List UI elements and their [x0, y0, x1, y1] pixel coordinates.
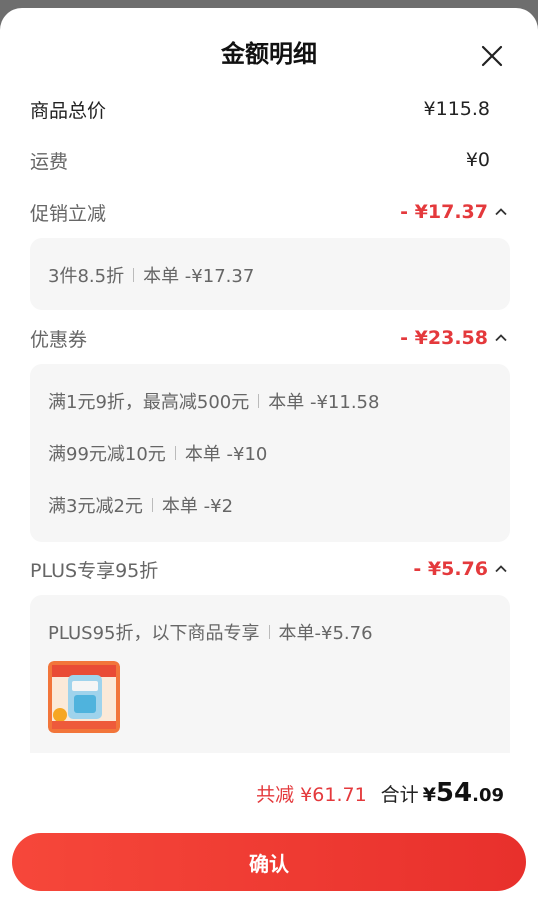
plus-detail-card: PLUS95折，以下商品专享 本单-¥5.76 — [30, 595, 510, 765]
close-icon — [481, 45, 503, 67]
coupon-detail-amount: 本单 -¥11.58 — [268, 392, 380, 413]
coupon-detail-card: 满1元9折，最高减500元 本单 -¥11.58 满99元减10元 本单 -¥1… — [30, 364, 510, 542]
shipping-amount: ¥0 — [465, 149, 490, 171]
promo-detail-text: 3件8.5折 — [48, 266, 125, 287]
chevron-up-icon — [495, 208, 507, 216]
shipping-row: 运费 ¥0 — [30, 145, 508, 175]
divider — [174, 446, 176, 460]
coupon-label: 优惠券 — [30, 328, 88, 351]
goods-total-row: 商品总价 ¥115.8 — [30, 94, 508, 124]
coupon-detail-text: 满3元减2元 — [48, 496, 143, 517]
coupon-detail-line: 满3元减2元 本单 -¥2 — [48, 492, 233, 518]
goods-total-label: 商品总价 — [30, 99, 107, 122]
totals-summary: 共减 ¥61.71 合计 ¥ 54 .09 — [256, 778, 504, 808]
confirm-button[interactable]: 确认 — [12, 833, 526, 891]
coupon-amount: - ¥23.58 — [400, 327, 488, 349]
plus-detail-amount: 本单-¥5.76 — [278, 623, 373, 644]
total-decimal: .09 — [472, 785, 504, 806]
product-image — [48, 661, 120, 733]
sheet-header: 金额明细 — [0, 8, 538, 90]
promo-amount: - ¥17.37 — [400, 201, 488, 223]
total-label: 合计 — [380, 784, 419, 806]
coupon-detail-amount: 本单 -¥10 — [184, 444, 268, 465]
total-saved: 共减 ¥61.71 — [256, 784, 367, 806]
divider — [151, 498, 153, 512]
chevron-up-icon — [495, 334, 507, 342]
plus-label: PLUS专享95折 — [30, 559, 159, 582]
chevron-up-icon — [495, 565, 507, 573]
total-integer: 54 — [435, 778, 473, 808]
total-currency: ¥ — [422, 784, 436, 806]
plus-detail-line: PLUS95折，以下商品专享 本单-¥5.76 — [48, 619, 373, 645]
plus-row[interactable]: PLUS专享95折 - ¥5.76 — [30, 554, 508, 584]
coupon-detail-text: 满99元减10元 — [48, 444, 166, 465]
product-thumbnail[interactable] — [48, 661, 120, 733]
sheet-title: 金额明细 — [221, 40, 317, 68]
plus-amount: - ¥5.76 — [413, 558, 488, 580]
coupon-detail-amount: 本单 -¥2 — [161, 496, 234, 517]
promo-label: 促销立减 — [30, 202, 107, 225]
divider — [133, 268, 135, 282]
promo-detail-card: 3件8.5折 本单 -¥17.37 — [30, 238, 510, 310]
coupon-row[interactable]: 优惠券 - ¥23.58 — [30, 323, 508, 353]
shipping-label: 运费 — [30, 150, 69, 173]
divider — [268, 625, 270, 639]
promo-row[interactable]: 促销立减 - ¥17.37 — [30, 197, 508, 227]
coupon-detail-text: 满1元9折，最高减500元 — [48, 392, 250, 413]
goods-total-amount: ¥115.8 — [423, 98, 490, 120]
coupon-detail-line: 满99元减10元 本单 -¥10 — [48, 440, 267, 466]
promo-detail-amount: 本单 -¥17.37 — [143, 266, 255, 287]
amount-detail-sheet: 金额明细 商品总价 ¥115.8 运费 ¥0 促销立减 - ¥17.37 3件8… — [0, 8, 538, 898]
coupon-detail-line: 满1元9折，最高减500元 本单 -¥11.58 — [48, 388, 379, 414]
footer-bar: 共减 ¥61.71 合计 ¥ 54 .09 确认 — [0, 753, 538, 898]
promo-detail-line: 3件8.5折 本单 -¥17.37 — [48, 262, 254, 288]
plus-detail-text: PLUS95折，以下商品专享 — [48, 623, 260, 644]
close-button[interactable] — [480, 44, 504, 68]
divider — [258, 394, 260, 408]
